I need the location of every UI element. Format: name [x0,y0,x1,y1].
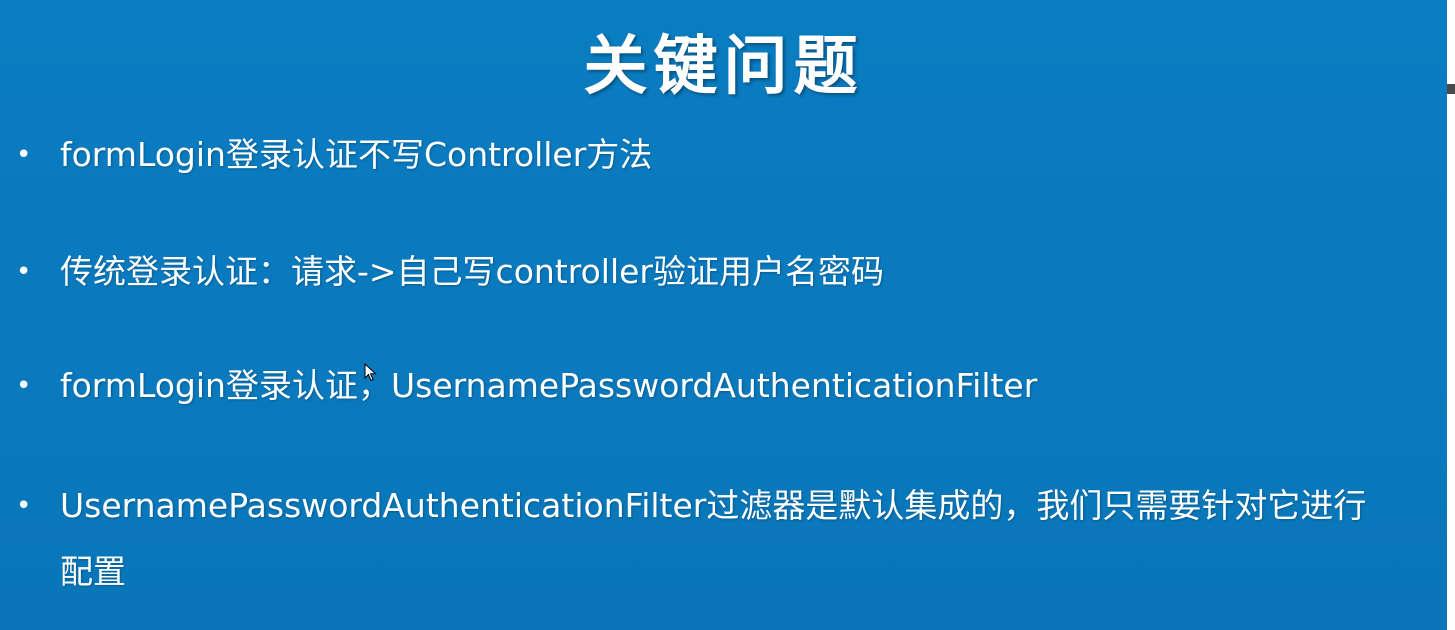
presentation-slide: 关键问题 • formLogin登录认证不写Controller方法 • 传统登… [0,0,1447,630]
bullet-marker: • [16,491,32,521]
scroll-marker [1447,84,1455,94]
mouse-pointer-icon [364,363,377,382]
slide-title: 关键问题 [583,29,864,104]
window-edge [1447,0,1455,630]
bullet-text: 传统登录认证：请求->自己写controller验证用户名密码 [60,252,884,291]
bullet-text: formLogin登录认证不写Controller方法 [60,135,653,174]
bullet-marker: • [16,257,32,287]
bullet-marker: • [16,371,32,401]
bullet-text: formLogin登录认证，UsernamePasswordAuthentica… [60,366,1038,405]
bullet-text: UsernamePasswordAuthenticationFilter过滤器是… [60,486,1367,591]
bullet-marker: • [16,140,32,170]
